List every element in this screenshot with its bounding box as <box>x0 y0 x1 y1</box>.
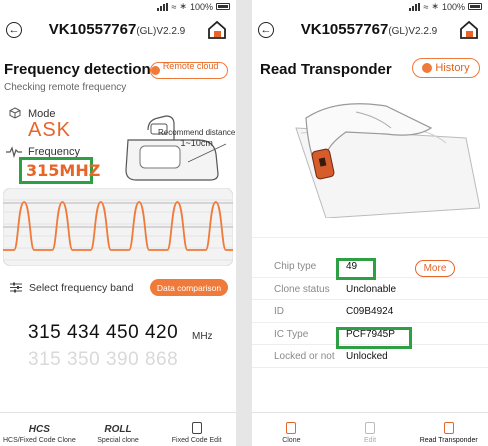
roll-icon: ROLL <box>104 424 132 435</box>
firmware-version: (GL)V2.2.9 <box>388 26 438 37</box>
battery-icon <box>216 3 230 10</box>
device-title: VK10557767(GL)V2.2.9 <box>286 21 452 39</box>
status-bar: ≈ ∗ 100% <box>0 0 236 13</box>
row-value: C09B4924 <box>346 306 394 317</box>
nav-label: HCS/Fixed Code Clone <box>2 437 76 444</box>
frequency-option[interactable]: 390 <box>106 349 139 370</box>
device-id: VK10557767 <box>300 21 389 38</box>
row-key: Clone status <box>274 283 330 295</box>
frequency-list-faded: 315 350 390 868 <box>28 349 178 371</box>
battery-percent: 100% <box>441 1 465 12</box>
battery-icon <box>468 3 482 10</box>
ic-type-highlight <box>336 327 412 349</box>
select-band-label: Select frequency band <box>29 282 134 294</box>
frequency-option[interactable]: 434 <box>67 322 100 343</box>
frequency-option[interactable]: 315 <box>28 349 61 370</box>
frequency-option[interactable]: 420 <box>145 322 178 343</box>
history-label: History <box>435 62 470 74</box>
remote-cloud-label: Remote cloud ... <box>162 60 219 81</box>
chip-type-highlight <box>336 258 376 280</box>
edit-icon <box>365 422 375 434</box>
device-id: VK10557767 <box>48 21 137 38</box>
recommend-distance-value: 1~10cm <box>180 138 213 148</box>
frequency-option[interactable]: 315 <box>28 322 61 343</box>
subtitle: Checking remote frequency <box>4 82 127 93</box>
row-key: Chip type <box>274 261 317 272</box>
recommend-distance: Recommend distance 1~10cm <box>158 127 235 149</box>
bluetooth-icon: ∗ <box>179 1 187 11</box>
frequency-option[interactable]: 868 <box>145 349 178 370</box>
nav-special-clone[interactable]: ROLL Special clone <box>79 413 158 446</box>
home-button[interactable] <box>458 19 480 41</box>
title-bar: ← VK10557767(GL)V2.2.9 <box>0 13 236 47</box>
more-button[interactable]: More <box>415 260 455 277</box>
nav-label: Clone <box>282 437 301 444</box>
nav-label: Special clone <box>97 437 139 444</box>
edit-icon <box>191 422 202 434</box>
status-bar: ≈ ∗ 100% <box>252 0 488 13</box>
bottom-nav: Clone Edit Read Transponder <box>252 412 488 446</box>
row-value: Unclonable <box>346 283 397 295</box>
transponder-illustration <box>266 88 480 218</box>
nav-clone[interactable]: Clone <box>252 413 331 446</box>
firmware-version: (GL)V2.2.9 <box>136 26 186 37</box>
nav-edit[interactable]: Edit <box>331 413 410 446</box>
clone-icon <box>286 422 297 434</box>
wifi-icon: ≈ <box>171 1 177 12</box>
cube-icon <box>9 107 21 119</box>
frequency-band-row: Select frequency band Data comparison <box>0 278 236 298</box>
data-comparison-button[interactable]: Data comparison <box>150 279 228 296</box>
settings-sliders-icon <box>10 282 22 293</box>
section-title: Read Transponder <box>260 61 392 78</box>
bottom-nav: HCS HCS/Fixed Code Clone ROLL Special cl… <box>0 412 236 446</box>
signal-icon <box>157 2 169 11</box>
nav-fixed-code-edit[interactable]: Fixed Code Edit <box>157 413 236 446</box>
read-transponder-icon <box>443 422 454 434</box>
frequency-list-selected: 315 434 450 420 <box>28 322 178 344</box>
frequency-value: 315MHZ <box>19 157 100 184</box>
info-row-id: ID C09B4924 <box>252 300 488 323</box>
section-title: Frequency detection <box>4 61 151 78</box>
read-transponder-screen: ≈ ∗ 100% ← VK10557767(GL)V2.2.9 Read Tra… <box>252 0 488 446</box>
row-value: Unlocked <box>346 351 388 362</box>
title-bar: ← VK10557767(GL)V2.2.9 <box>252 13 488 47</box>
row-key: IC Type <box>274 328 309 340</box>
device-title: VK10557767(GL)V2.2.9 <box>34 21 200 39</box>
frequency-waveform <box>3 188 233 266</box>
nav-label: Fixed Code Edit <box>171 437 222 444</box>
signal-icon <box>409 2 421 11</box>
divider <box>252 237 488 238</box>
mode-value: ASK <box>28 119 72 141</box>
back-button[interactable]: ← <box>6 22 22 38</box>
info-row-clone-status: Clone status Unclonable <box>252 278 488 300</box>
nav-hcs-clone[interactable]: HCS HCS/Fixed Code Clone <box>0 413 79 446</box>
row-key: ID <box>274 306 284 317</box>
row-key: Locked or not <box>274 351 335 362</box>
nav-read-transponder[interactable]: Read Transponder <box>409 413 488 446</box>
back-button[interactable]: ← <box>258 22 274 38</box>
nav-label: Edit <box>363 437 377 444</box>
home-button[interactable] <box>206 19 228 41</box>
history-button[interactable]: History <box>412 58 480 78</box>
nav-label: Read Transponder <box>419 437 478 444</box>
wifi-icon: ≈ <box>423 1 429 12</box>
history-icon <box>422 63 433 73</box>
frequency-option[interactable]: 450 <box>106 322 139 343</box>
frequency-option[interactable]: 350 <box>67 349 100 370</box>
battery-percent: 100% <box>189 1 213 12</box>
hcs-icon: HCS <box>28 424 50 435</box>
recommend-distance-label: Recommend distance <box>158 128 236 137</box>
cloud-icon <box>151 66 160 75</box>
frequency-detection-screen: ≈ ∗ 100% ← VK10557767(GL)V2.2.9 Frequenc… <box>0 0 236 446</box>
frequency-unit: MHz <box>192 331 213 342</box>
bluetooth-icon: ∗ <box>431 1 439 11</box>
screenshot-root: ≈ ∗ 100% ← VK10557767(GL)V2.2.9 Frequenc… <box>0 0 488 446</box>
remote-cloud-button[interactable]: Remote cloud ... <box>150 60 228 81</box>
